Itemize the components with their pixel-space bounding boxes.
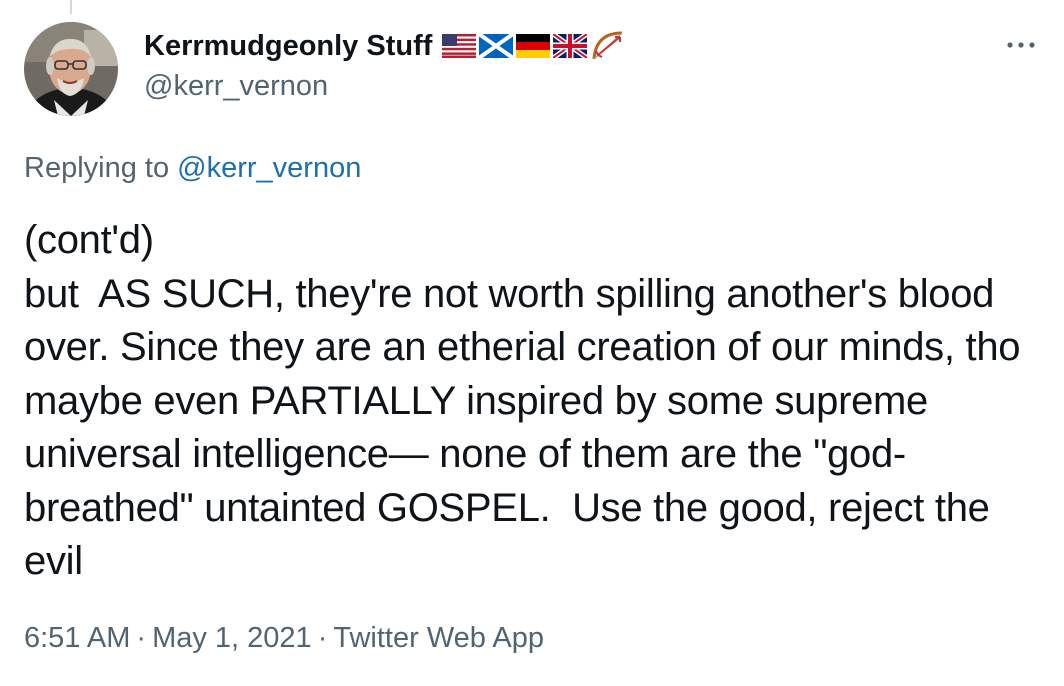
replying-to-line: Replying to @kerr_vernon	[24, 150, 361, 186]
meta-separator: ·	[317, 622, 328, 654]
tweet-date-link[interactable]: May 1, 2021	[152, 622, 312, 654]
tweet-metadata: 6:51 AM · May 1, 2021 · Twitter Web App	[24, 620, 544, 656]
more-dots-icon	[1007, 42, 1035, 48]
germany-flag-icon	[516, 34, 551, 58]
us-flag-icon	[442, 34, 477, 58]
replying-to-label: Replying to	[24, 152, 170, 184]
author-handle[interactable]: @kerr_vernon	[144, 68, 328, 104]
uk-flag-icon	[553, 34, 588, 58]
author-name-row: Kerrmudgeonly Stuff	[144, 28, 626, 64]
replying-to-mention-link[interactable]: @kerr_vernon	[177, 152, 361, 184]
bow-and-arrow-icon	[592, 31, 623, 60]
avatar[interactable]	[24, 22, 118, 116]
tweet-text: (cont'd) but AS SUCH, they're not worth …	[24, 218, 1021, 583]
author-display-name[interactable]: Kerrmudgeonly Stuff	[144, 28, 432, 64]
tweet-time-link[interactable]: 6:51 AM	[24, 622, 130, 654]
avatar-photo	[24, 22, 118, 116]
meta-separator: ·	[136, 622, 147, 654]
more-options-button[interactable]	[1004, 36, 1038, 54]
thread-connector-line	[70, 0, 72, 14]
scotland-flag-icon	[479, 34, 514, 58]
name-emojis	[442, 29, 626, 63]
tweet-source-link[interactable]: Twitter Web App	[333, 622, 544, 654]
